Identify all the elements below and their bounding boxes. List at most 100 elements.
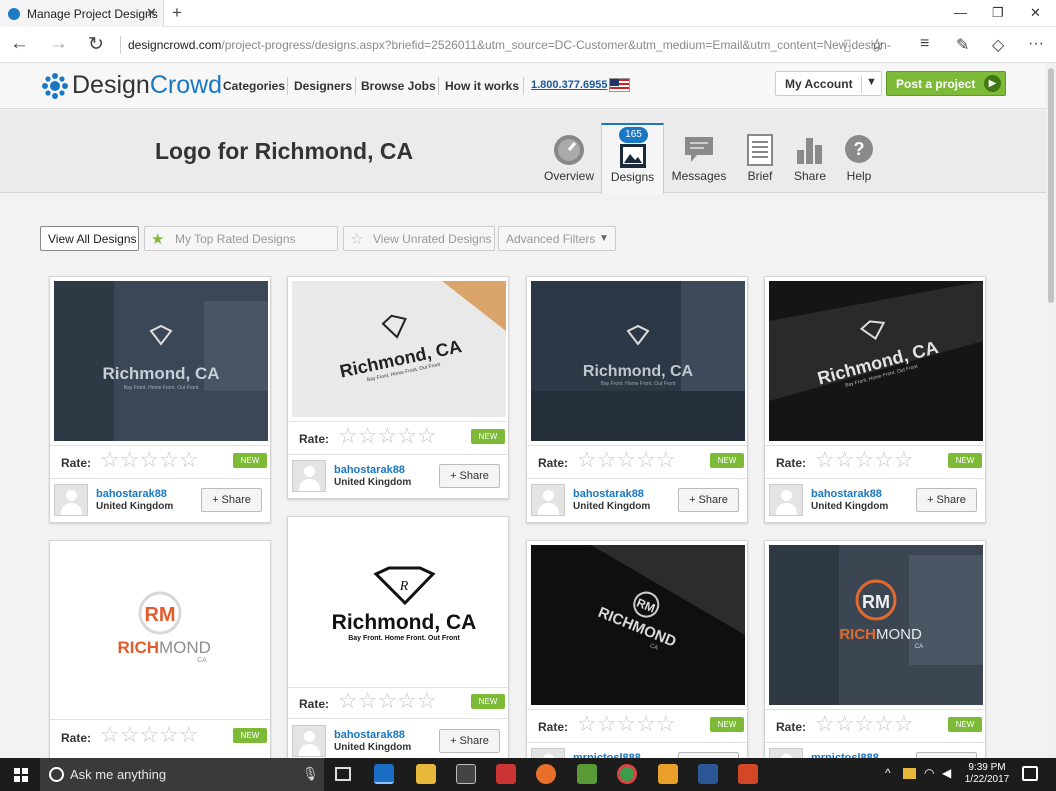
view-all-designs-button[interactable]: View All Designs [40,226,139,251]
design-card[interactable]: R Richmond, CA Bay Front. Home Front. Ou… [287,516,509,766]
tab-designs[interactable]: 165 Designs [601,123,664,194]
design-thumbnail[interactable]: Richmond, CA Bay Front. Home Front. Out … [292,281,506,417]
nav-categories[interactable]: Categories [223,79,285,93]
rating-stars[interactable]: ☆☆☆☆☆ [577,449,676,471]
word-icon[interactable] [698,764,718,784]
designcrowd-logo-text[interactable]: DesignCrowd [72,71,222,100]
post-project-button[interactable]: Post a project ▶ [886,71,1006,96]
nav-how-it-works[interactable]: How it works [445,79,519,93]
nav-designers[interactable]: Designers [294,79,352,93]
unrated-designs-button[interactable]: ☆ View Unrated Designs [343,226,495,251]
tab-help[interactable]: ? Help [836,128,882,193]
top-rated-designs-button[interactable]: ★ My Top Rated Designs [144,226,338,251]
refresh-icon[interactable]: ↻ [88,33,104,56]
rating-stars[interactable]: ☆☆☆☆☆ [815,713,914,735]
tray-app-icon[interactable] [903,768,916,779]
minimize-icon[interactable]: — [954,5,967,20]
media-player-icon[interactable] [496,764,516,784]
design-thumbnail[interactable]: Richmond, CA Bay Front. Home Front. Out … [769,281,983,441]
taskbar-search[interactable]: Ask me anything 🎙 [40,758,324,791]
design-card[interactable]: Richmond, CA Bay Front. Home Front. Out … [526,276,748,523]
my-account-button[interactable]: My Account ▼ [775,71,882,96]
design-card[interactable]: RM RICHMOND CA Rate: ☆☆☆☆☆ NEW mrpictosl… [526,540,748,780]
avatar[interactable] [292,460,326,492]
design-thumbnail[interactable]: Richmond, CA Bay Front. Home Front. Out … [531,281,745,441]
scrollbar-thumb[interactable] [1048,68,1054,303]
view-all-label: View All Designs [48,232,137,246]
reading-view-icon[interactable]: ▯ [843,35,852,55]
rating-stars[interactable]: ☆☆☆☆☆ [338,425,437,447]
designer-name[interactable]: bahostarak88 [573,488,644,500]
wifi-icon[interactable]: ◠ [924,766,934,780]
us-flag-icon[interactable] [609,78,630,92]
avatar[interactable] [292,725,326,757]
edge-app-icon[interactable] [374,764,394,784]
file-explorer-icon[interactable] [416,764,436,784]
tab-brief[interactable]: Brief [736,128,784,193]
windows-start-icon[interactable] [14,768,28,782]
task-view-icon[interactable] [335,767,351,781]
notepad-app-icon[interactable] [577,764,597,784]
rating-stars[interactable]: ☆☆☆☆☆ [815,449,914,471]
design-card[interactable]: Richmond, CA Bay Front. Home Front. Out … [49,276,271,523]
tab-share[interactable]: Share [786,128,834,193]
design-thumbnail[interactable]: RM RICHMOND CA [531,545,745,705]
design-thumbnail[interactable]: RM RICH MOND CA [769,545,983,705]
close-window-icon[interactable]: ✕ [1030,5,1041,21]
designer-name[interactable]: bahostarak88 [334,729,405,741]
rating-stars[interactable]: ☆☆☆☆☆ [577,713,676,735]
volume-icon[interactable]: ◀ [942,766,951,780]
more-icon[interactable]: ··· [1028,35,1044,53]
share-button[interactable]: + Share [678,488,739,512]
avatar[interactable] [769,484,803,516]
tab-close-icon[interactable]: ✕ [146,5,157,21]
powerpoint-icon[interactable] [738,764,758,784]
chevron-down-icon[interactable]: ▼ [866,76,877,88]
notifications-icon[interactable] [1022,766,1038,781]
tab-messages[interactable]: Messages [666,128,732,193]
design-card[interactable]: Richmond, CA Bay Front. Home Front. Out … [287,276,509,499]
thumb-logo-part-a: RICH [839,626,876,643]
hub-icon[interactable]: ≡ [920,35,929,53]
microphone-icon[interactable]: 🎙 [302,766,319,782]
nav-browse-jobs[interactable]: Browse Jobs [361,79,436,93]
avatar[interactable] [531,484,565,516]
firefox-icon[interactable] [536,764,556,784]
design-thumbnail[interactable]: R Richmond, CA Bay Front. Home Front. Ou… [288,517,508,685]
share-button[interactable]: + Share [439,729,500,753]
outlook-icon[interactable] [658,764,678,784]
design-thumbnail[interactable]: RM RICH MOND CA [50,541,270,717]
share-button[interactable]: + Share [439,464,500,488]
store-icon[interactable] [456,764,476,784]
rating-stars[interactable]: ☆☆☆☆☆ [100,449,199,471]
browser-tab[interactable]: Manage Project Designs ✕ [0,0,164,27]
maximize-icon[interactable]: ❐ [992,5,1004,21]
rating-stars[interactable]: ☆☆☆☆☆ [338,690,437,712]
share-button[interactable]: + Share [916,488,977,512]
rating-stars[interactable]: ☆☆☆☆☆ [100,724,199,746]
share-button[interactable]: + Share [201,488,262,512]
designer-name[interactable]: bahostarak88 [96,488,167,500]
avatar[interactable] [54,484,88,516]
designer-name[interactable]: bahostarak88 [334,464,405,476]
web-note-icon[interactable]: ✎ [956,35,969,55]
designcrowd-logo-icon[interactable] [42,73,68,99]
advanced-filters-dropdown[interactable]: Advanced Filters ▼ [498,226,616,251]
tab-overview[interactable]: Overview [538,128,600,193]
chrome-icon[interactable] [617,764,637,784]
back-arrow-icon[interactable]: ← [10,33,29,55]
taskbar-clock[interactable]: 9:39 PM 1/22/2017 [962,762,1012,786]
share-browser-icon[interactable]: ◇ [992,35,1004,55]
design-card[interactable]: Richmond, CA Bay Front. Home Front. Out … [764,276,986,523]
favorite-star-icon[interactable]: ☆ [870,35,884,55]
design-card[interactable]: RM RICH MOND CA Rate: ☆☆☆☆☆ NEW mrpictos… [764,540,986,780]
design-card[interactable]: RM RICH MOND CA Rate: ☆☆☆☆☆ NEW [49,540,271,770]
phone-link[interactable]: 1.800.377.6955 [531,79,607,91]
design-thumbnail[interactable]: Richmond, CA Bay Front. Home Front. Out … [54,281,268,441]
url-field[interactable]: designcrowd.com/project-progress/designs… [128,38,891,52]
forward-arrow-icon[interactable]: → [49,33,68,55]
new-tab-button[interactable]: + [172,3,182,23]
rate-label: Rate: [538,456,569,470]
designer-name[interactable]: bahostarak88 [811,488,882,500]
chevron-up-icon[interactable]: ^ [885,766,891,780]
